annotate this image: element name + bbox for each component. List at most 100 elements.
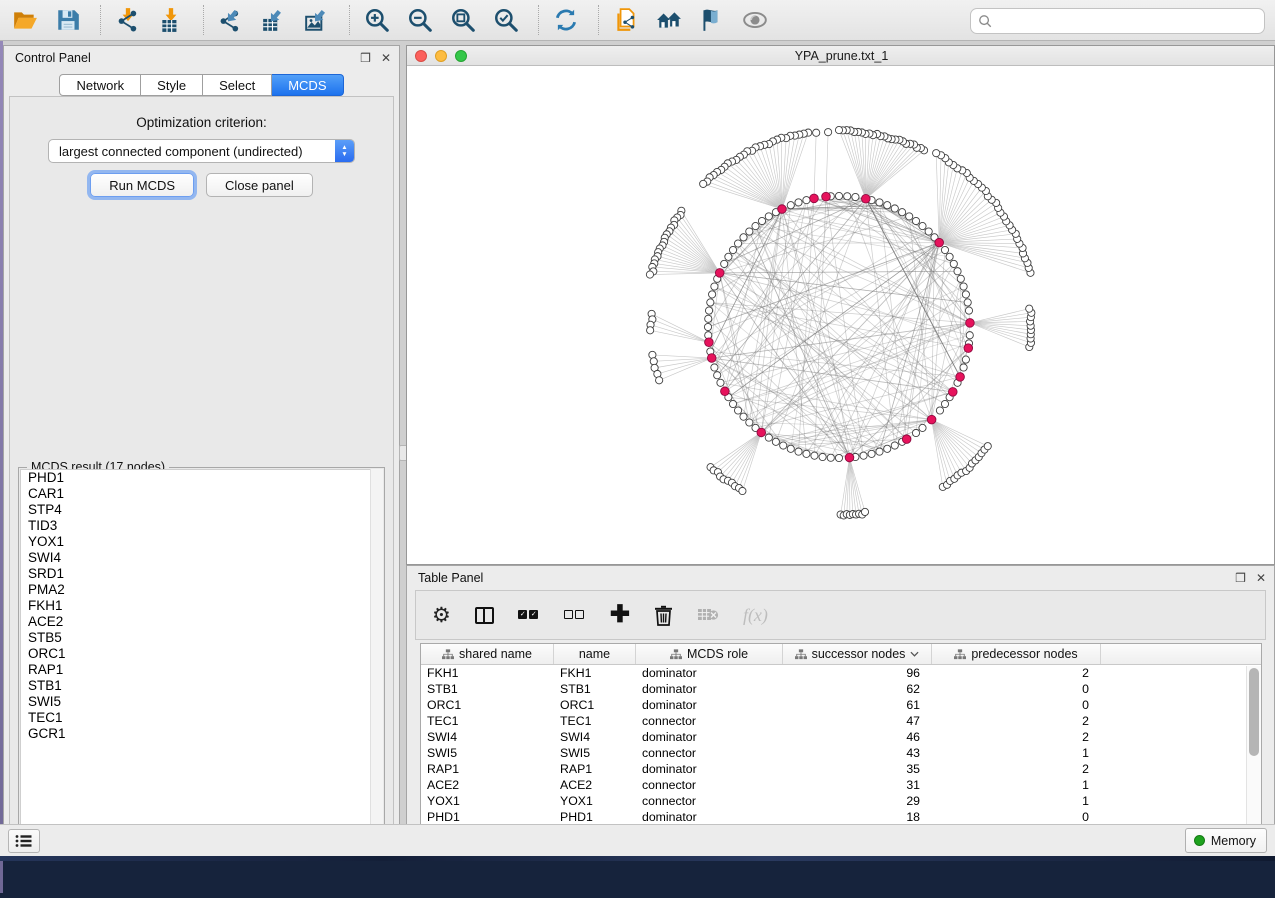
close-table-panel-icon[interactable]: ✕ [1256,572,1266,584]
table-cell[interactable]: dominator [636,697,783,713]
table-cell[interactable]: dominator [636,809,783,825]
table-row[interactable]: RAP1RAP1dominator352 [421,761,1261,777]
table-cell[interactable]: 61 [783,697,932,713]
table-cell[interactable]: TEC1 [554,713,636,729]
mcds-result-item[interactable]: SWI4 [21,550,382,566]
clear-selection-icon[interactable] [564,600,586,630]
table-cell[interactable]: dominator [636,681,783,697]
close-panel-icon[interactable]: ✕ [381,52,391,64]
float-panel-icon[interactable]: ❒ [360,52,371,64]
table-cell[interactable]: YOX1 [554,793,636,809]
float-table-panel-icon[interactable]: ❒ [1235,572,1246,584]
table-row[interactable]: FKH1FKH1dominator962 [421,665,1261,681]
select-all-icon[interactable] [518,600,540,630]
table-cell[interactable]: SWI4 [554,729,636,745]
mcds-result-item[interactable]: ACE2 [21,614,382,630]
export-image-icon[interactable] [302,5,332,35]
close-window-icon[interactable] [415,50,427,62]
table-cell[interactable]: 1 [932,777,1101,793]
table-row[interactable]: SWI4SWI4dominator462 [421,729,1261,745]
tab-mcds[interactable]: MCDS [272,74,343,96]
import-table-icon[interactable] [156,5,186,35]
table-cell[interactable]: 29 [783,793,932,809]
table-row[interactable]: ACE2ACE2connector311 [421,777,1261,793]
maximize-window-icon[interactable] [455,50,467,62]
table-scrollbar[interactable] [1246,666,1261,827]
zoom-in-icon[interactable] [362,5,392,35]
trash-icon[interactable] [654,600,673,630]
table-cell[interactable]: connector [636,793,783,809]
search-input[interactable] [993,11,1264,31]
columns-icon[interactable] [475,600,494,630]
table-scrollbar-thumb[interactable] [1249,668,1259,756]
column-header-MCDS-role[interactable]: MCDS role [636,644,783,664]
mcds-result-item[interactable]: STB1 [21,678,382,694]
column-header-shared-name[interactable]: shared name [421,644,554,664]
table-cell[interactable]: SWI5 [421,745,554,761]
table-row[interactable]: YOX1YOX1connector291 [421,793,1261,809]
mcds-result-item[interactable]: GCR1 [21,726,382,742]
refresh-icon[interactable] [551,5,581,35]
table-cell[interactable]: SWI4 [421,729,554,745]
import-network-icon[interactable] [113,5,143,35]
table-cell[interactable]: SWI5 [554,745,636,761]
gear-icon[interactable]: ⚙ [432,600,451,630]
mcds-result-item[interactable]: CAR1 [21,486,382,502]
zoom-selected-icon[interactable] [491,5,521,35]
tab-style[interactable]: Style [141,74,203,96]
mcds-result-item[interactable]: PMA2 [21,582,382,598]
mcds-result-item[interactable]: ORC1 [21,646,382,662]
table-cell[interactable]: 2 [932,713,1101,729]
flag-icon[interactable] [697,5,727,35]
table-cell[interactable]: FKH1 [421,665,554,681]
table-cell[interactable]: ORC1 [554,697,636,713]
network-graph[interactable] [407,66,1274,564]
close-panel-button[interactable]: Close panel [206,173,313,197]
table-cell[interactable]: 1 [932,793,1101,809]
table-cell[interactable]: 2 [932,761,1101,777]
result-list-scrollbar[interactable] [370,469,383,849]
table-cell[interactable]: 0 [932,809,1101,825]
run-mcds-button[interactable]: Run MCDS [90,173,194,197]
criterion-dropdown[interactable]: largest connected component (undirected)… [48,139,355,163]
mcds-result-item[interactable]: PHD1 [21,470,382,486]
minimize-window-icon[interactable] [435,50,447,62]
column-header-predecessor-nodes[interactable]: predecessor nodes [932,644,1101,664]
network-canvas[interactable] [407,66,1274,564]
table-cell[interactable]: 0 [932,697,1101,713]
table-cell[interactable]: 43 [783,745,932,761]
table-cell[interactable]: 35 [783,761,932,777]
table-cell[interactable]: STB1 [554,681,636,697]
table-cell[interactable]: PHD1 [554,809,636,825]
clone-network-icon[interactable] [611,5,641,35]
table-cell[interactable]: dominator [636,665,783,681]
save-icon[interactable] [53,5,83,35]
export-table-icon[interactable] [259,5,289,35]
tab-select[interactable]: Select [203,74,272,96]
open-folder-icon[interactable] [10,5,40,35]
mcds-result-item[interactable]: TID3 [21,518,382,534]
zoom-fit-icon[interactable] [448,5,478,35]
table-row[interactable]: SWI5SWI5connector431 [421,745,1261,761]
table-cell[interactable]: STB1 [421,681,554,697]
table-cell[interactable]: 0 [932,681,1101,697]
mcds-result-item[interactable]: RAP1 [21,662,382,678]
table-cell[interactable]: 18 [783,809,932,825]
table-cell[interactable]: RAP1 [554,761,636,777]
mcds-result-item[interactable]: FKH1 [21,598,382,614]
mcds-result-item[interactable]: SWI5 [21,694,382,710]
table-cell[interactable]: dominator [636,729,783,745]
table-cell[interactable]: YOX1 [421,793,554,809]
mcds-result-item[interactable]: STP4 [21,502,382,518]
table-row[interactable]: PHD1PHD1dominator180 [421,809,1261,825]
mcds-result-item[interactable]: STB5 [21,630,382,646]
memory-button[interactable]: Memory [1185,828,1267,853]
table-cell[interactable]: connector [636,713,783,729]
add-column-icon[interactable]: ✚ [610,600,630,630]
table-cell[interactable]: 2 [932,665,1101,681]
table-row[interactable]: ORC1ORC1dominator610 [421,697,1261,713]
table-cell[interactable]: TEC1 [421,713,554,729]
search-box[interactable] [970,8,1265,34]
table-cell[interactable]: 96 [783,665,932,681]
two-houses-icon[interactable] [654,5,684,35]
